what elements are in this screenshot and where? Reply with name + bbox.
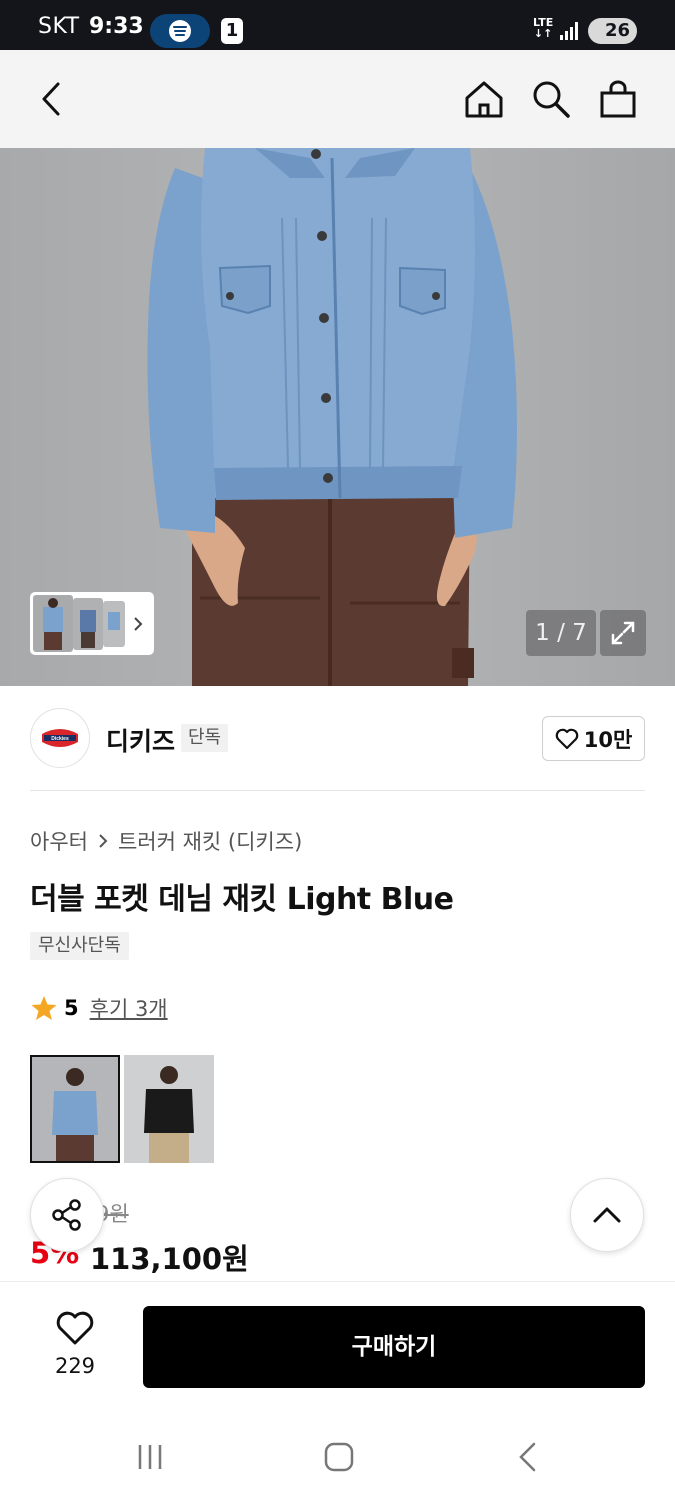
wishlist-count: 229	[54, 1354, 96, 1378]
buy-button[interactable]: 구매하기	[143, 1306, 645, 1388]
chevron-up-icon	[593, 1207, 621, 1223]
product-title: 더블 포켓 데님 재킷 Light Blue	[30, 882, 454, 917]
top-nav	[0, 50, 675, 148]
color-option-black[interactable]	[124, 1055, 214, 1163]
recent-apps-icon[interactable]	[130, 1437, 170, 1477]
notification-badge: 1	[221, 18, 243, 44]
brand-exclusive-badge: 단독	[181, 724, 229, 752]
clock: 9:33	[89, 14, 144, 39]
brand-logo[interactable]: Dickies	[30, 708, 90, 768]
thumbnail-strip[interactable]	[30, 592, 154, 655]
chevron-right-icon	[99, 834, 108, 848]
reviews-link[interactable]: 후기 3개	[90, 993, 168, 1023]
purchase-bar: 229 구매하기	[0, 1281, 675, 1409]
rating-row: 5 후기 3개	[30, 993, 168, 1023]
search-icon[interactable]	[527, 75, 575, 123]
star-icon	[31, 996, 57, 1020]
wishlist-heart-icon[interactable]	[55, 1310, 95, 1350]
brand-like-button[interactable]: 10만	[542, 716, 645, 761]
chevron-right-icon	[134, 617, 143, 631]
scroll-top-button[interactable]	[570, 1178, 644, 1252]
sale-price: 113,100원	[90, 1242, 249, 1276]
heart-icon	[555, 728, 579, 749]
brand-name[interactable]: 디키즈	[106, 722, 175, 758]
expand-icon[interactable]	[600, 610, 646, 656]
image-counter: 1 / 7	[526, 610, 596, 656]
divider	[30, 790, 645, 791]
breadcrumb-subcategory[interactable]: 트러커 재킷 (디키즈)	[118, 826, 302, 856]
status-bar: SKT 9:33 1 LTE ↓↑ 26	[0, 0, 675, 50]
share-button[interactable]	[30, 1178, 104, 1252]
musinsa-exclusive-badge: 무신사단독	[30, 932, 129, 960]
battery-indicator: 26	[588, 18, 637, 44]
color-option-light-blue[interactable]	[30, 1055, 120, 1163]
share-icon	[52, 1199, 81, 1231]
home-icon[interactable]	[460, 75, 508, 123]
system-back-icon[interactable]	[508, 1437, 548, 1477]
svg-text:Dickies: Dickies	[51, 736, 69, 742]
shopping-bag-icon[interactable]	[594, 75, 642, 123]
spotify-icon	[150, 14, 210, 48]
carrier-label: SKT	[38, 14, 80, 39]
product-image-gallery[interactable]: 1 / 7	[0, 148, 675, 686]
home-button-icon[interactable]	[319, 1437, 359, 1477]
system-navigation	[0, 1409, 675, 1500]
chevron-left-icon[interactable]	[28, 75, 76, 123]
breadcrumb: 아우터 트러커 재킷 (디키즈)	[30, 826, 302, 856]
network-indicator: LTE ↓↑	[533, 16, 554, 40]
rating-score: 5	[64, 996, 79, 1020]
breadcrumb-category[interactable]: 아우터	[30, 826, 88, 856]
signal-icon	[560, 22, 580, 40]
brand-like-count: 10만	[583, 727, 633, 752]
